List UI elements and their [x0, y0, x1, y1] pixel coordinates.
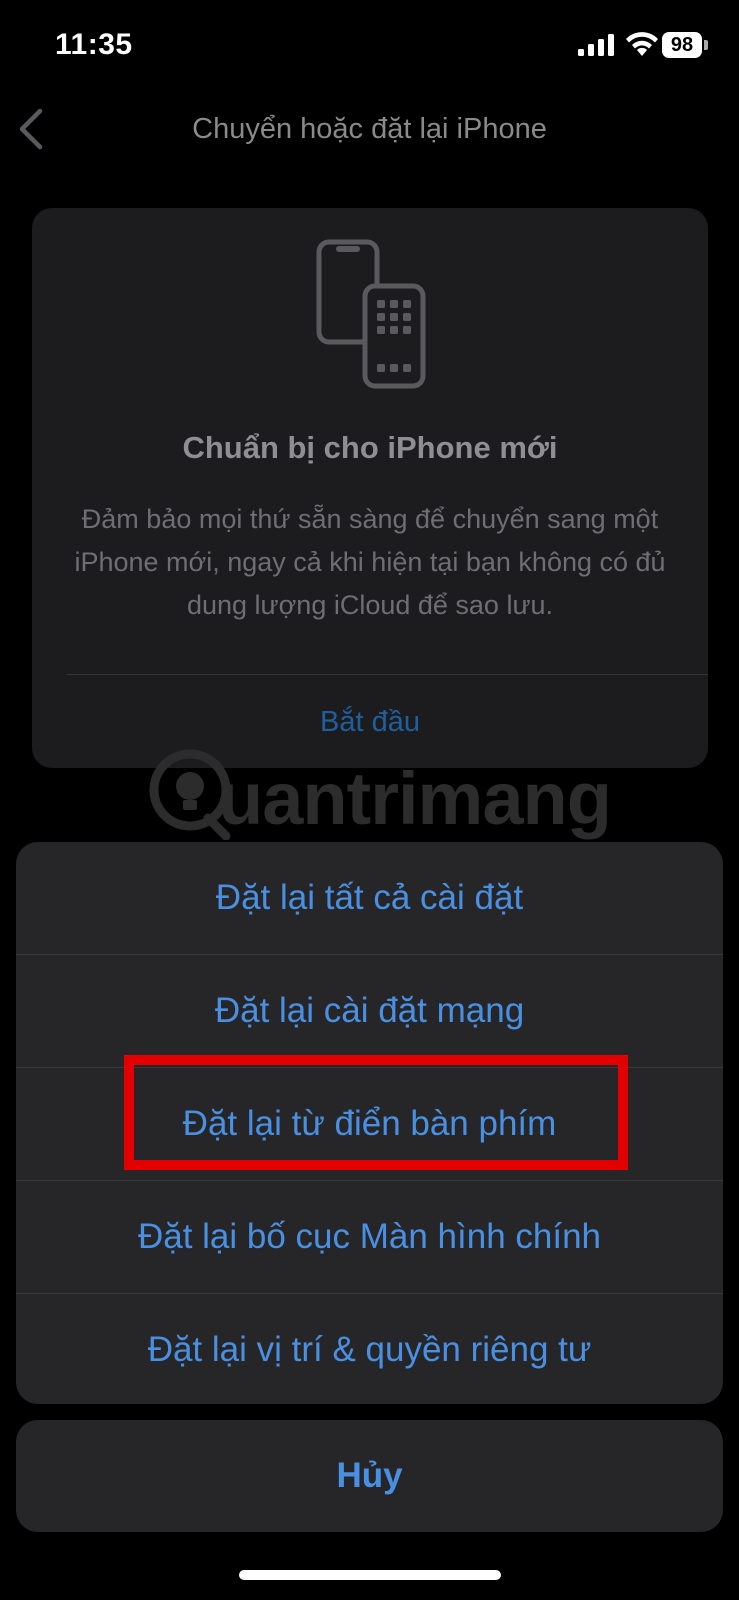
reset-location-privacy-button[interactable]: Đặt lại vị trí & quyền riêng tư: [16, 1294, 723, 1404]
reset-network-settings-button[interactable]: Đặt lại cài đặt mạng: [16, 955, 723, 1067]
cancel-button[interactable]: Hủy: [16, 1420, 723, 1532]
two-phones-transfer-icon: [316, 239, 426, 389]
battery-level: 98: [670, 34, 694, 56]
reset-network-settings-label: Đặt lại cài đặt mạng: [214, 991, 525, 1030]
battery-icon: 98: [662, 32, 708, 58]
card-description: Đảm bảo mọi thứ sẵn sàng để chuyển sang …: [74, 504, 666, 620]
card-title: Chuẩn bị cho iPhone mới: [182, 430, 558, 465]
reset-all-settings-button[interactable]: Đặt lại tất cả cài đặt: [16, 842, 723, 954]
cellular-signal-icon: [578, 34, 614, 56]
reset-all-settings-label: Đặt lại tất cả cài đặt: [215, 878, 524, 917]
home-indicator: [239, 1570, 501, 1580]
page-title: Chuyển hoặc đặt lại iPhone: [192, 113, 547, 145]
highlight-box: [124, 1055, 628, 1170]
cancel-label: Hủy: [336, 1456, 403, 1495]
navigation-bar: Chuyển hoặc đặt lại iPhone: [0, 95, 739, 165]
prepare-new-iphone-card: Chuẩn bị cho iPhone mới Đảm bảo mọi thứ …: [32, 208, 708, 768]
divider: [66, 674, 708, 675]
get-started-button[interactable]: Bắt đầu: [32, 706, 708, 739]
reset-location-privacy-label: Đặt lại vị trí & quyền riêng tư: [147, 1330, 592, 1369]
watermark: uantrimang: [148, 748, 612, 848]
status-bar: 11:35 98: [0, 0, 739, 92]
wifi-icon: [626, 32, 658, 56]
watermark-text: uantrimang: [218, 757, 612, 840]
reset-home-screen-layout-button[interactable]: Đặt lại bố cục Màn hình chính: [16, 1181, 723, 1293]
reset-home-screen-layout-label: Đặt lại bố cục Màn hình chính: [137, 1217, 602, 1256]
status-time: 11:35: [55, 28, 133, 61]
